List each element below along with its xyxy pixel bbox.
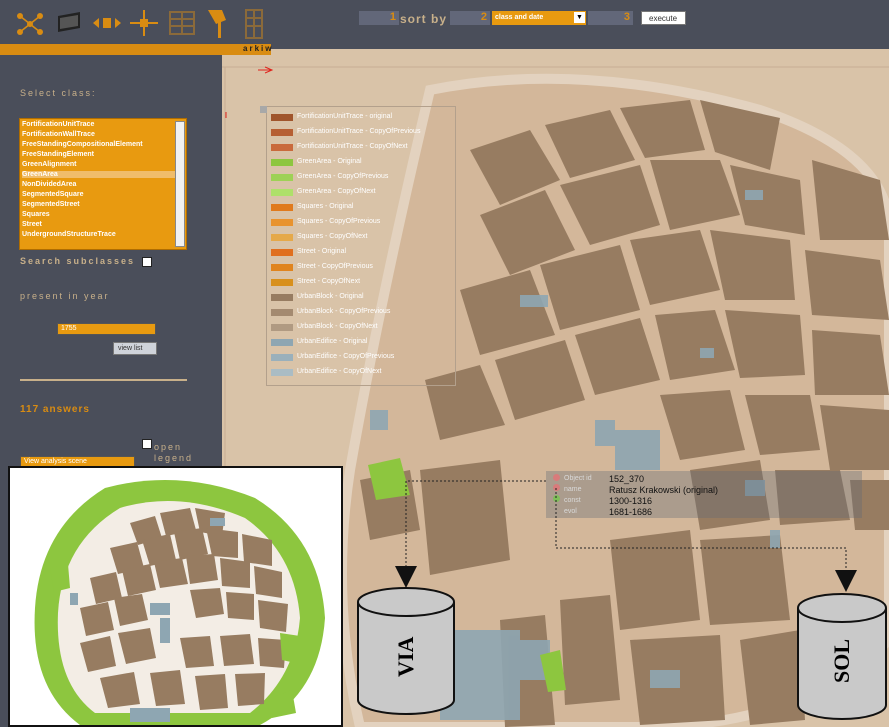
overview-map-graphic <box>10 468 341 725</box>
database-label-sol: SOL <box>829 638 854 683</box>
database-label-via: VIA <box>393 636 418 677</box>
overview-inset-map <box>8 466 343 727</box>
